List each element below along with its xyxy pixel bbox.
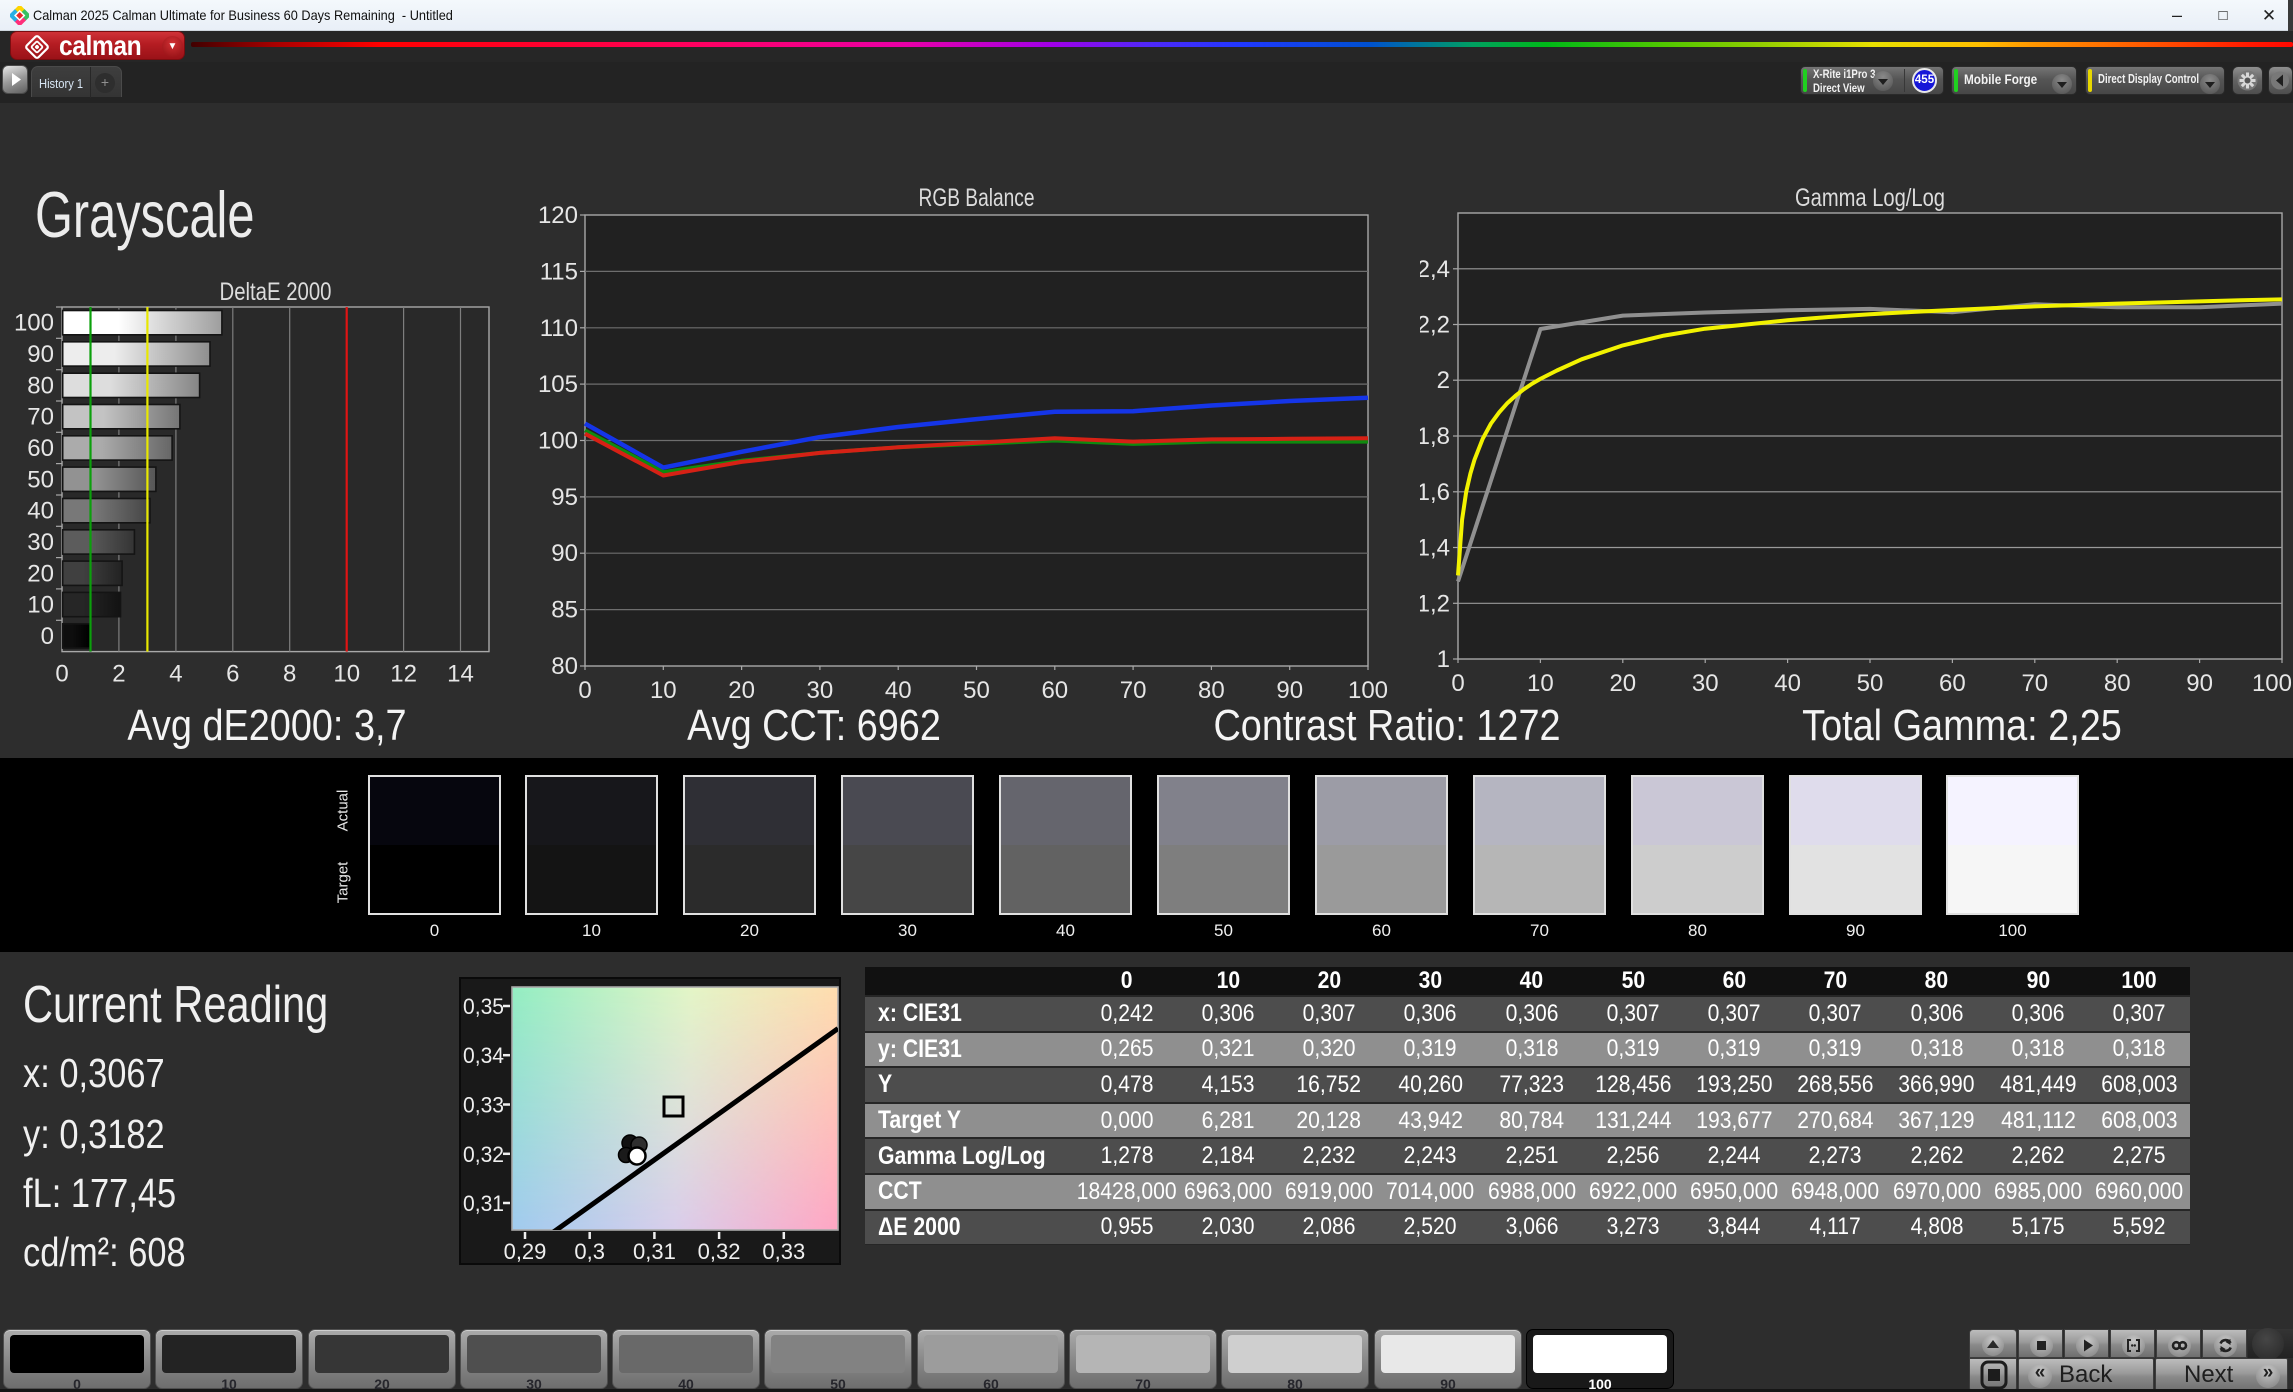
svg-text:20: 20 — [27, 560, 54, 587]
svg-text:80: 80 — [1198, 677, 1225, 700]
svg-text:4: 4 — [169, 661, 182, 688]
svg-text:10: 10 — [650, 677, 677, 700]
svg-text:80: 80 — [27, 372, 54, 399]
svg-text:100: 100 — [538, 428, 578, 455]
svg-text:70: 70 — [27, 404, 54, 431]
svg-text:115: 115 — [540, 258, 578, 285]
svg-text:Gamma Log/Log: Gamma Log/Log — [1795, 184, 1945, 212]
svg-text:0,34: 0,34 — [463, 1043, 504, 1068]
svg-text:20: 20 — [728, 677, 755, 700]
svg-text:1,4: 1,4 — [1420, 535, 1450, 562]
svg-text:0,31: 0,31 — [633, 1239, 676, 1263]
svg-text:100: 100 — [14, 310, 54, 337]
svg-text:120: 120 — [538, 202, 578, 229]
svg-text:0,32: 0,32 — [463, 1142, 504, 1167]
svg-text:105: 105 — [538, 371, 578, 398]
svg-text:RGB Balance: RGB Balance — [919, 184, 1035, 212]
svg-text:40: 40 — [885, 677, 912, 700]
svg-text:0: 0 — [41, 623, 54, 650]
svg-text:30: 30 — [1692, 670, 1719, 697]
svg-text:DeltaE 2000: DeltaE 2000 — [220, 278, 332, 306]
svg-text:10: 10 — [1527, 670, 1554, 697]
svg-text:60: 60 — [1041, 677, 1068, 700]
svg-text:0,31: 0,31 — [463, 1191, 504, 1216]
svg-text:50: 50 — [27, 466, 54, 493]
svg-text:10: 10 — [27, 592, 54, 619]
svg-text:0: 0 — [578, 677, 591, 700]
svg-text:1,2: 1,2 — [1420, 590, 1450, 617]
svg-text:1: 1 — [1437, 646, 1450, 673]
svg-text:30: 30 — [807, 677, 834, 700]
svg-text:80: 80 — [551, 653, 578, 680]
svg-text:90: 90 — [551, 540, 578, 567]
svg-text:80: 80 — [2104, 670, 2131, 697]
svg-text:1,6: 1,6 — [1420, 479, 1450, 506]
svg-text:60: 60 — [27, 435, 54, 462]
svg-text:6: 6 — [226, 661, 239, 688]
svg-text:110: 110 — [540, 315, 578, 342]
svg-text:12: 12 — [390, 661, 417, 688]
svg-text:14: 14 — [447, 661, 474, 688]
svg-text:90: 90 — [27, 341, 54, 368]
svg-text:60: 60 — [1939, 670, 1966, 697]
svg-text:100: 100 — [2252, 670, 2292, 697]
svg-text:0: 0 — [1451, 670, 1464, 697]
svg-text:10: 10 — [333, 661, 360, 688]
svg-text:40: 40 — [1774, 670, 1801, 697]
svg-text:2: 2 — [1437, 367, 1450, 394]
svg-text:0,35: 0,35 — [463, 994, 504, 1019]
svg-text:2: 2 — [112, 661, 125, 688]
svg-text:2,2: 2,2 — [1420, 312, 1450, 339]
svg-text:70: 70 — [2021, 670, 2048, 697]
svg-text:2,4: 2,4 — [1420, 256, 1450, 283]
svg-text:0,3: 0,3 — [574, 1239, 605, 1263]
svg-text:95: 95 — [551, 484, 578, 511]
svg-text:40: 40 — [27, 498, 54, 525]
svg-text:90: 90 — [2186, 670, 2213, 697]
svg-text:85: 85 — [551, 597, 578, 624]
svg-text:8: 8 — [283, 661, 296, 688]
svg-text:50: 50 — [963, 677, 990, 700]
svg-text:0,29: 0,29 — [504, 1239, 547, 1263]
svg-text:0,33: 0,33 — [463, 1093, 504, 1118]
svg-text:0: 0 — [55, 661, 68, 688]
svg-text:30: 30 — [27, 529, 54, 556]
svg-text:100: 100 — [1348, 677, 1388, 700]
svg-text:1,8: 1,8 — [1420, 423, 1450, 450]
svg-text:20: 20 — [1609, 670, 1636, 697]
svg-text:50: 50 — [1857, 670, 1884, 697]
svg-text:70: 70 — [1120, 677, 1147, 700]
svg-text:0,33: 0,33 — [762, 1239, 805, 1263]
svg-text:0,32: 0,32 — [698, 1239, 741, 1263]
svg-text:90: 90 — [1276, 677, 1303, 700]
